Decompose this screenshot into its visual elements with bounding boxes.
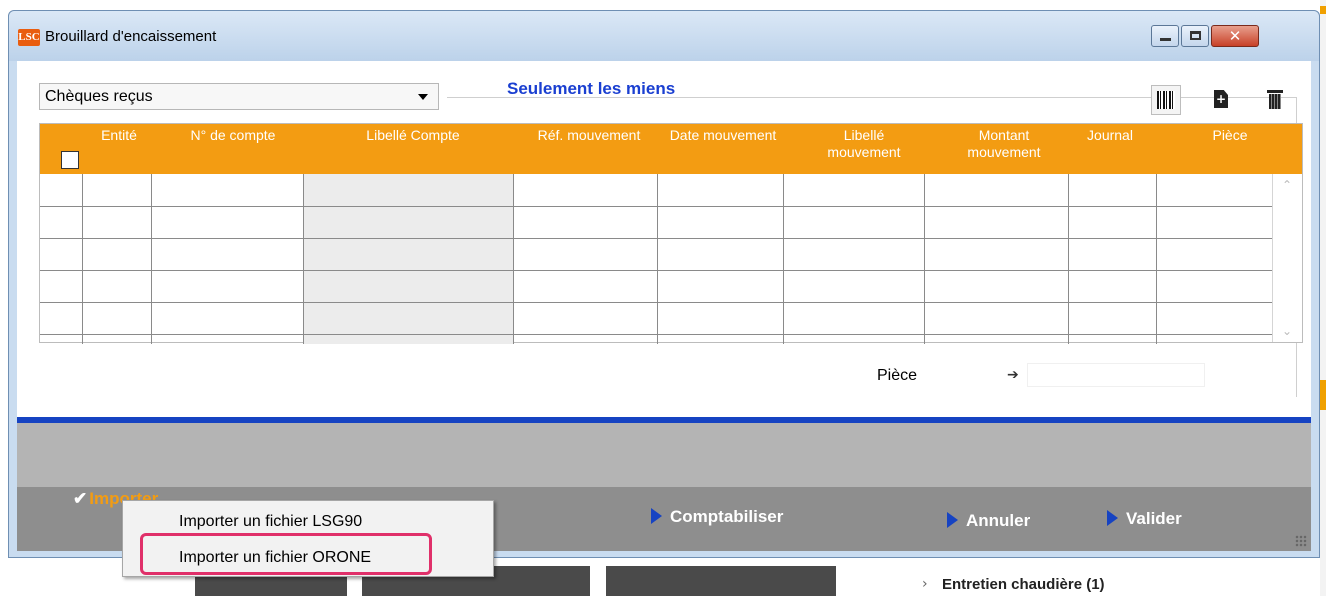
table-column <box>1068 174 1156 344</box>
annuler-button[interactable]: Annuler <box>947 511 1030 531</box>
barcode-button[interactable] <box>1151 85 1181 115</box>
screen: › Entretien chaudière (1) LSC Brouillard… <box>0 0 1326 596</box>
trash-icon <box>1267 90 1283 93</box>
table-scrollbar[interactable]: ⌃ ⌄ <box>1272 174 1302 342</box>
table-row[interactable] <box>40 238 1272 239</box>
table-column <box>82 174 151 344</box>
barcode-icon <box>1157 91 1175 109</box>
window-title: Brouillard d'encaissement <box>45 28 217 45</box>
column-header[interactable]: N° de compte <box>158 124 308 174</box>
menu-item-import-lsg90[interactable]: Importer un fichier LSG90 <box>179 513 362 531</box>
table-column <box>1156 174 1272 344</box>
info-panel <box>17 423 1311 487</box>
check-icon: ✔ <box>73 489 88 508</box>
window-content: Chèques reçus Seulement les miens + Enti… <box>17 61 1311 551</box>
chevron-down-icon <box>418 94 428 100</box>
dialog-window: LSC Brouillard d'encaissement ✕ Chèques … <box>8 10 1320 558</box>
chevron-up-icon[interactable]: ⌃ <box>1282 178 1292 192</box>
play-icon <box>1107 510 1118 526</box>
table-column <box>657 174 783 344</box>
play-icon <box>651 508 662 524</box>
column-header[interactable]: Date mouvement <box>660 124 786 174</box>
app-logo: LSC <box>18 29 40 46</box>
table-column <box>303 174 513 344</box>
valider-label: Valider <box>1126 509 1182 528</box>
maximize-button[interactable] <box>1181 25 1209 47</box>
column-header[interactable]: Entité <box>88 124 150 174</box>
table-column <box>151 174 303 344</box>
table-header: Entité N° de compte Libellé Compte Réf. … <box>40 124 1302 174</box>
table-row[interactable] <box>40 334 1272 335</box>
piece-label: Pièce <box>877 367 918 384</box>
table-body <box>40 174 1272 344</box>
payment-type-select[interactable]: Chèques reçus <box>39 83 439 110</box>
plus-icon: + <box>1215 92 1227 106</box>
table-row[interactable] <box>40 270 1272 271</box>
highlight-annotation <box>140 533 432 575</box>
close-icon: ✕ <box>1228 27 1242 45</box>
background-app-edge <box>1320 0 1326 596</box>
table-column <box>783 174 924 344</box>
new-document-button[interactable]: + <box>1205 85 1235 115</box>
piece-input[interactable] <box>1027 363 1205 387</box>
column-header[interactable]: Journal <box>1070 124 1150 174</box>
resize-grip-icon[interactable] <box>1295 535 1307 547</box>
background-accent <box>1320 380 1326 410</box>
title-bar[interactable]: LSC Brouillard d'encaissement ✕ <box>9 11 1319 61</box>
table-row[interactable] <box>40 302 1272 303</box>
play-icon <box>947 512 958 528</box>
table-column <box>513 174 657 344</box>
column-header[interactable]: Montant mouvement <box>948 124 1060 174</box>
trash-icon-body <box>1269 94 1281 109</box>
minimize-icon <box>1160 38 1171 41</box>
annuler-label: Annuler <box>966 511 1031 530</box>
valider-button[interactable]: Valider <box>1107 509 1182 529</box>
arrow-right-icon: ➔ <box>1007 367 1019 383</box>
delete-button[interactable] <box>1259 85 1289 115</box>
table-row[interactable] <box>40 206 1272 207</box>
comptabiliser-label: Comptabiliser <box>670 507 784 526</box>
background-tab <box>606 566 836 596</box>
movements-table: Entité N° de compte Libellé Compte Réf. … <box>39 123 1303 344</box>
column-header[interactable]: Réf. mouvement <box>516 124 662 174</box>
minimize-button[interactable] <box>1151 25 1179 47</box>
column-header[interactable]: Libellé mouvement <box>810 124 918 174</box>
only-mine-label[interactable]: Seulement les miens <box>507 79 675 99</box>
select-value: Chèques reçus <box>45 88 153 105</box>
comptabiliser-button[interactable]: Comptabiliser <box>651 507 783 527</box>
background-list-item[interactable]: Entretien chaudière (1) <box>942 576 1105 593</box>
close-button[interactable]: ✕ <box>1211 25 1259 47</box>
table-column <box>924 174 1068 344</box>
select-all-checkbox[interactable] <box>61 151 79 169</box>
chevron-right-icon: › <box>922 576 928 592</box>
maximize-icon <box>1190 31 1201 40</box>
column-header[interactable]: Libellé Compte <box>308 124 518 174</box>
background-accent <box>1320 6 1326 14</box>
chevron-down-icon[interactable]: ⌄ <box>1282 324 1292 338</box>
column-header[interactable]: Pièce <box>1180 124 1280 174</box>
